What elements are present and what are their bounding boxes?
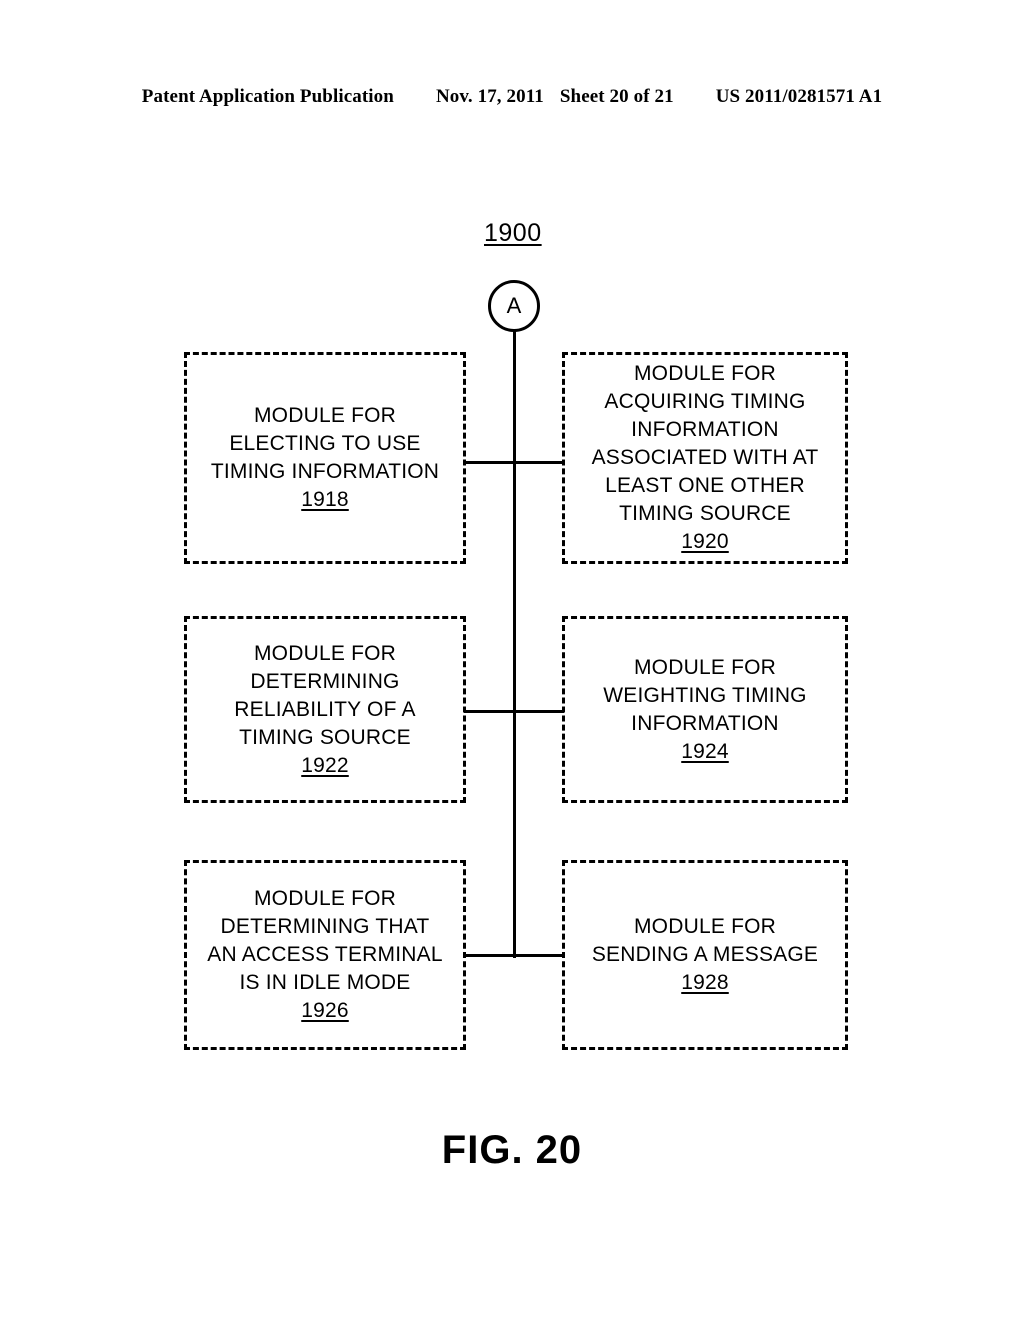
- horizontal-connector-row-2: [464, 710, 564, 713]
- module-box-1924-text: MODULE FOR WEIGHTING TIMING INFORMATION: [603, 655, 807, 735]
- module-box-1918-text: MODULE FOR ELECTING TO USE TIMING INFORM…: [210, 404, 440, 483]
- module-box-1924: MODULE FOR WEIGHTING TIMING INFORMATION …: [562, 616, 848, 803]
- module-box-1926-text: MODULE FOR DETERMINING THAT AN ACCESS TE…: [207, 887, 443, 994]
- module-box-1920-ref: 1920: [681, 530, 729, 553]
- figure-reference-number: 1900: [484, 219, 542, 247]
- module-box-1928-ref: 1928: [681, 971, 729, 994]
- connector-node-label: A: [506, 293, 522, 318]
- figure-caption: FIG. 20: [441, 1128, 583, 1172]
- patent-figure: 1900 A MODULE FOR ELECTING TO USE TIMING…: [0, 0, 1024, 1320]
- vertical-spine-line: [513, 330, 516, 958]
- module-box-1928: MODULE FOR SENDING A MESSAGE 1928: [562, 860, 848, 1050]
- connector-node-a: A: [488, 280, 540, 332]
- module-box-1920: MODULE FOR ACQUIRING TIMING INFORMATION …: [562, 352, 848, 564]
- module-box-1922: MODULE FOR DETERMINING RELIABILITY OF A …: [184, 616, 466, 803]
- module-box-1924-ref: 1924: [681, 739, 729, 763]
- module-box-1918: MODULE FOR ELECTING TO USE TIMING INFORM…: [184, 352, 466, 564]
- module-box-1926: MODULE FOR DETERMINING THAT AN ACCESS TE…: [184, 860, 466, 1050]
- horizontal-connector-row-3: [464, 954, 564, 957]
- module-box-1920-text: MODULE FOR ACQUIRING TIMING INFORMATION …: [591, 362, 819, 525]
- module-box-1928-text: MODULE FOR SENDING A MESSAGE: [591, 915, 819, 966]
- module-box-1926-ref: 1926: [301, 999, 349, 1022]
- module-box-1918-ref: 1918: [301, 488, 349, 511]
- module-box-1922-text: MODULE FOR DETERMINING RELIABILITY OF A …: [234, 641, 416, 749]
- horizontal-connector-row-1: [464, 461, 564, 464]
- module-box-1922-ref: 1922: [301, 753, 349, 777]
